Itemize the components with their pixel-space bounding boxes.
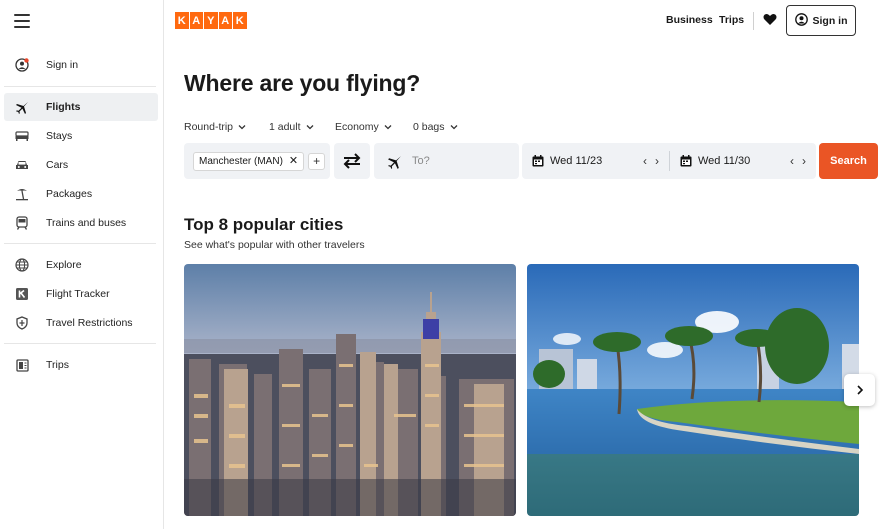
- divider: [753, 12, 754, 30]
- bed-icon: [15, 129, 29, 143]
- travelers-label: 1 adult: [269, 121, 301, 133]
- sign-in-button[interactable]: Sign in: [786, 5, 856, 36]
- section-title: Top 8 popular cities: [184, 215, 344, 234]
- user-circle-icon: [794, 12, 808, 29]
- travelers-dropdown[interactable]: 1 adult: [269, 121, 314, 133]
- kayak-k-icon: [15, 287, 29, 301]
- cabin-dropdown[interactable]: Economy: [335, 121, 392, 133]
- carousel-next-button[interactable]: [844, 374, 875, 406]
- origin-field[interactable]: Manchester (MAN) ✕ +: [184, 143, 330, 179]
- city-card[interactable]: [527, 264, 859, 516]
- origin-chip: Manchester (MAN) ✕: [193, 151, 305, 171]
- sidebar-item-label: Explore: [46, 259, 82, 271]
- chevron-down-icon: [384, 125, 392, 130]
- destination-placeholder: To?: [412, 155, 430, 167]
- sidebar-item-trips[interactable]: Trips: [4, 351, 158, 379]
- lake-palms-image: [527, 264, 859, 516]
- return-date[interactable]: Wed 11/30 ‹ ›: [670, 154, 816, 168]
- divider: [4, 343, 156, 344]
- logo-letter: A: [218, 12, 232, 29]
- sidebar-item-label: Packages: [46, 188, 93, 200]
- divider: [4, 86, 156, 87]
- sidebar-item-stays[interactable]: Stays: [4, 122, 158, 150]
- trips-link[interactable]: Trips: [719, 14, 744, 26]
- sidebar-item-label: Stays: [46, 130, 73, 142]
- sidebar-item-label: Trains and buses: [46, 217, 127, 229]
- logo-letter: K: [233, 12, 247, 29]
- logo-letter: A: [189, 12, 203, 29]
- trip-type-dropdown[interactable]: Round-trip: [184, 121, 246, 133]
- chevron-right-icon[interactable]: ›: [655, 154, 659, 168]
- add-origin-button[interactable]: +: [308, 152, 326, 170]
- chevron-down-icon: [306, 125, 313, 130]
- sidebar-item-travel-restrictions[interactable]: Travel Restrictions: [4, 309, 158, 337]
- close-icon[interactable]: ✕: [289, 155, 298, 167]
- plane-icon: [387, 154, 402, 169]
- sidebar-item-label: Flights: [46, 101, 81, 113]
- cabin-label: Economy: [335, 121, 379, 133]
- sidebar-item-label: Cars: [46, 159, 69, 171]
- plane-icon: [15, 100, 29, 114]
- sidebar-item-explore[interactable]: Explore: [4, 251, 158, 279]
- sidebar: Sign in Flights Stays Cars Packages Trai…: [0, 0, 164, 529]
- calendar-icon: [532, 155, 544, 167]
- sidebar-item-flights[interactable]: Flights: [4, 93, 158, 121]
- sidebar-item-cars[interactable]: Cars: [4, 151, 158, 179]
- globe-icon: [15, 258, 29, 272]
- business-link[interactable]: Business: [666, 14, 713, 26]
- kayak-logo[interactable]: K A Y A K: [175, 12, 247, 29]
- logo-letter: Y: [204, 12, 218, 29]
- return-date-value: Wed 11/30: [698, 155, 751, 167]
- city-skyline-image: [184, 264, 516, 516]
- page-title: Where are you flying?: [184, 70, 421, 96]
- divider: [4, 243, 156, 244]
- swap-arrows-icon: [343, 153, 361, 169]
- bags-label: 0 bags: [413, 121, 445, 133]
- palm-icon: [15, 187, 29, 201]
- depart-date-value: Wed 11/23: [550, 155, 603, 167]
- chevron-right-icon[interactable]: ›: [802, 154, 806, 168]
- menu-icon[interactable]: [14, 14, 30, 28]
- chevron-right-icon: [856, 385, 863, 395]
- origin-value: Manchester (MAN): [199, 155, 283, 167]
- search-button[interactable]: Search: [819, 143, 878, 179]
- sign-in-label: Sign in: [812, 14, 848, 27]
- chevron-left-icon[interactable]: ‹: [643, 154, 647, 168]
- chevron-left-icon[interactable]: ‹: [790, 154, 794, 168]
- sidebar-item-label: Trips: [46, 359, 69, 371]
- sidebar-item-sign-in[interactable]: Sign in: [4, 51, 158, 79]
- sidebar-item-trains[interactable]: Trains and buses: [4, 209, 158, 237]
- depart-date[interactable]: Wed 11/23 ‹ ›: [522, 154, 669, 168]
- chevron-down-icon: [238, 125, 246, 130]
- swap-button[interactable]: [334, 143, 370, 179]
- sidebar-item-label: Travel Restrictions: [46, 317, 133, 329]
- logo-letter: K: [175, 12, 189, 29]
- sidebar-item-label: Sign in: [46, 59, 79, 71]
- trip-type-label: Round-trip: [184, 121, 234, 133]
- shield-icon: [15, 316, 29, 330]
- train-icon: [15, 216, 29, 230]
- calendar-icon: [680, 155, 692, 167]
- chevron-down-icon: [450, 125, 457, 130]
- sidebar-item-packages[interactable]: Packages: [4, 180, 158, 208]
- city-card[interactable]: [184, 264, 516, 516]
- car-icon: [15, 158, 29, 172]
- heart-icon[interactable]: [763, 13, 777, 27]
- dates-field[interactable]: Wed 11/23 ‹ › Wed 11/30 ‹ ›: [522, 143, 816, 179]
- trips-icon: [15, 358, 29, 372]
- sidebar-item-label: Flight Tracker: [46, 288, 110, 300]
- destination-field[interactable]: To?: [374, 143, 519, 179]
- section-subtitle: See what's popular with other travelers: [184, 239, 365, 251]
- sidebar-item-flight-tracker[interactable]: Flight Tracker: [4, 280, 158, 308]
- user-alert-icon: [15, 58, 29, 72]
- bags-dropdown[interactable]: 0 bags: [413, 121, 458, 133]
